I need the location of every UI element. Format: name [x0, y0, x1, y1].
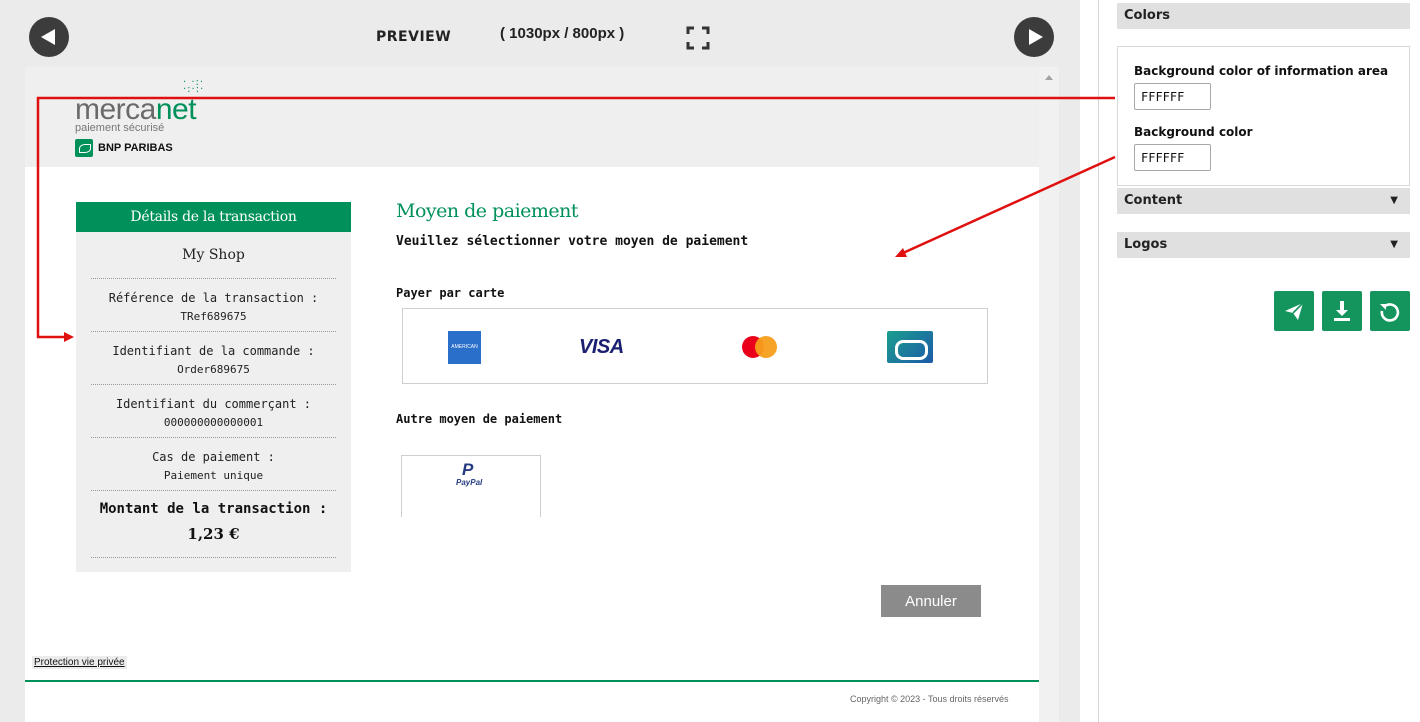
reset-icon [1380, 303, 1400, 322]
reset-button[interactable] [1370, 291, 1410, 331]
info-area-bg-label: Background color of information area [1134, 64, 1389, 78]
merchant-header: · ·:· ·:·:· mercanet paiement sécurisé BN… [25, 67, 1039, 167]
logo-dots-icon: · ·:· ·:·:· [183, 77, 205, 95]
detail-row-reference: Référence de la transaction : TRef689675 [91, 279, 336, 332]
privacy-link[interactable]: Protection vie privée [32, 656, 127, 669]
visa-logo[interactable]: VISA [579, 336, 624, 359]
download-icon [1334, 301, 1350, 321]
next-arrow-icon[interactable] [1014, 17, 1054, 57]
detail-row-order: Identifiant de la commande : Order689675 [91, 332, 336, 385]
bnp-bird-icon [75, 139, 93, 157]
preview-title: PREVIEW [376, 29, 452, 45]
detail-row-payment-case: Cas de paiement : Paiement unique [91, 438, 336, 491]
send-button[interactable] [1274, 291, 1314, 331]
bank-brand: BNP PARIBAS [75, 139, 173, 157]
previous-arrow-icon[interactable] [29, 17, 69, 57]
card-options: AMERICAN EXPRESS VISA [402, 308, 988, 384]
download-button[interactable] [1322, 291, 1362, 331]
chevron-down-icon: ▼ [1390, 239, 1398, 250]
transaction-details: Détails de la transaction My Shop Référe… [76, 202, 351, 572]
cancel-button[interactable]: Annuler [881, 585, 981, 617]
section-content[interactable]: Content ▼ [1117, 188, 1410, 214]
fullscreen-icon[interactable] [686, 26, 710, 50]
copyright-text: Copyright © 2023 - Tous droits réservés [850, 694, 1009, 704]
details-header: Détails de la transaction [76, 202, 351, 232]
payment-page-frame: · ·:· ·:·:· mercanet paiement sécurisé BN… [25, 67, 1059, 722]
info-area-bg-input[interactable] [1134, 83, 1211, 110]
preview-dimensions: ( 1030px / 800px ) [500, 25, 625, 42]
frame-scrollbar[interactable] [1039, 67, 1059, 722]
bank-name: BNP PARIBAS [98, 142, 173, 154]
card-section-label: Payer par carte [396, 286, 505, 300]
amex-logo[interactable]: AMERICAN EXPRESS [448, 331, 481, 383]
send-icon [1285, 302, 1304, 320]
other-payment-label: Autre moyen de paiement [396, 412, 563, 426]
colors-panel: Background color of information area Bac… [1117, 46, 1410, 186]
bg-color-label: Background color [1134, 125, 1253, 139]
mercanet-logo: · ·:· ·:·:· mercanet paiement sécurisé BN… [75, 77, 235, 159]
chevron-down-icon: ▼ [1390, 195, 1398, 206]
preview-panel: PREVIEW ( 1030px / 800px ) · ·:· ·:·:· me… [0, 0, 1080, 722]
payment-instructions: Veuillez sélectionner votre moyen de pai… [396, 234, 749, 249]
logo-subtitle: paiement sécurisé [75, 122, 165, 134]
section-logos[interactable]: Logos ▼ [1117, 232, 1410, 258]
bg-color-input[interactable] [1134, 144, 1211, 171]
payment-title: Moyen de paiement [396, 200, 579, 222]
paypal-option[interactable]: P PayPal [401, 455, 541, 517]
cb-logo[interactable] [887, 331, 933, 363]
paypal-icon: P [462, 460, 474, 479]
shop-name: My Shop [91, 232, 336, 279]
footer-divider [25, 680, 1039, 682]
mastercard-logo[interactable] [742, 336, 778, 358]
column-divider [1098, 0, 1099, 722]
detail-row-merchant: Identifiant du commerçant : 000000000000… [91, 385, 336, 438]
transaction-amount: Montant de la transaction : 1,23 € [91, 491, 336, 558]
section-colors[interactable]: Colors [1117, 3, 1410, 29]
paypal-wordmark: PayPal [456, 478, 483, 487]
